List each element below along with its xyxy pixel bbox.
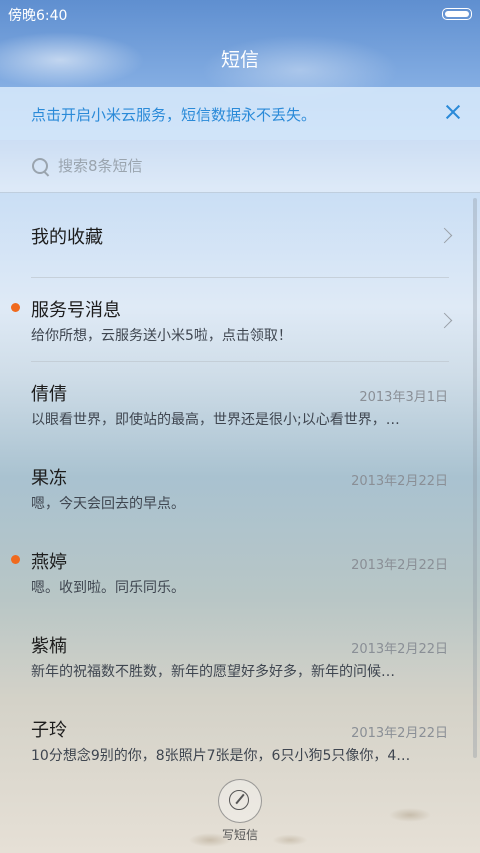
- unread-dot: [11, 303, 20, 312]
- item-date: 2013年3月1日: [359, 390, 448, 405]
- list-item-favorites[interactable]: 我的收藏: [0, 193, 480, 277]
- status-bar: 傍晚6:40: [0, 0, 480, 28]
- item-date: 2013年2月22日: [351, 474, 448, 489]
- item-preview: 10分想念9别的你，8张照片7张是你，6只小狗5只像你，4…: [31, 748, 411, 764]
- compose-button[interactable]: [218, 779, 262, 823]
- chevron-right-icon: [436, 312, 453, 329]
- compose-icon: [229, 790, 249, 810]
- scrollbar[interactable]: [473, 198, 477, 758]
- banner-text[interactable]: 点击开启小米云服务，短信数据永不丢失。: [31, 104, 316, 125]
- status-time: 傍晚6:40: [8, 8, 68, 24]
- item-title: 我的收藏: [31, 227, 103, 248]
- list-item-conversation[interactable]: 紫楠 2013年2月22日 新年的祝福数不胜数，新年的愿望好多好多，新年的问候…: [0, 614, 480, 698]
- unread-dot: [11, 555, 20, 564]
- compose-label[interactable]: 写短信: [210, 826, 270, 843]
- list-item-service-messages[interactable]: 服务号消息 给你所想，云服务送小米5啦，点击领取！: [0, 278, 480, 362]
- item-preview: 嗯。收到啦。同乐同乐。: [31, 580, 185, 596]
- item-date: 2013年2月22日: [351, 558, 448, 573]
- item-date: 2013年2月22日: [351, 642, 448, 657]
- cloud-service-banner[interactable]: 点击开启小米云服务，短信数据永不丢失。: [0, 87, 480, 140]
- page-title: 短信: [220, 48, 259, 71]
- search-input[interactable]: [58, 155, 438, 177]
- item-preview: 新年的祝福数不胜数，新年的愿望好多好多，新年的问候…: [31, 664, 395, 680]
- search-bar[interactable]: [0, 140, 480, 192]
- item-preview: 给你所想，云服务送小米5啦，点击领取！: [31, 328, 292, 344]
- item-title: 燕婷: [31, 552, 67, 573]
- list-item-conversation[interactable]: 倩倩 2013年3月1日 以眼看世界，即使站的最高，世界还是很小;以心看世界，…: [0, 362, 480, 446]
- item-preview: 嗯，今天会回去的早点。: [31, 496, 185, 512]
- battery-icon: [442, 8, 472, 20]
- item-date: 2013年2月22日: [351, 726, 448, 741]
- item-preview: 以眼看世界，即使站的最高，世界还是很小;以心看世界，…: [31, 412, 400, 428]
- item-title: 服务号消息: [31, 300, 121, 321]
- search-icon: [32, 158, 48, 174]
- list-item-conversation[interactable]: 子玲 2013年2月22日 10分想念9别的你，8张照片7张是你，6只小狗5只像…: [0, 698, 480, 782]
- chevron-right-icon: [436, 227, 453, 244]
- item-title: 紫楠: [31, 636, 67, 657]
- item-title: 倩倩: [31, 384, 67, 405]
- item-title: 果冻: [31, 468, 67, 489]
- close-icon[interactable]: [442, 101, 464, 123]
- item-title: 子玲: [31, 720, 67, 741]
- list-item-conversation[interactable]: 燕婷 2013年2月22日 嗯。收到啦。同乐同乐。: [0, 530, 480, 614]
- list-item-conversation[interactable]: 果冻 2013年2月22日 嗯，今天会回去的早点。: [0, 446, 480, 530]
